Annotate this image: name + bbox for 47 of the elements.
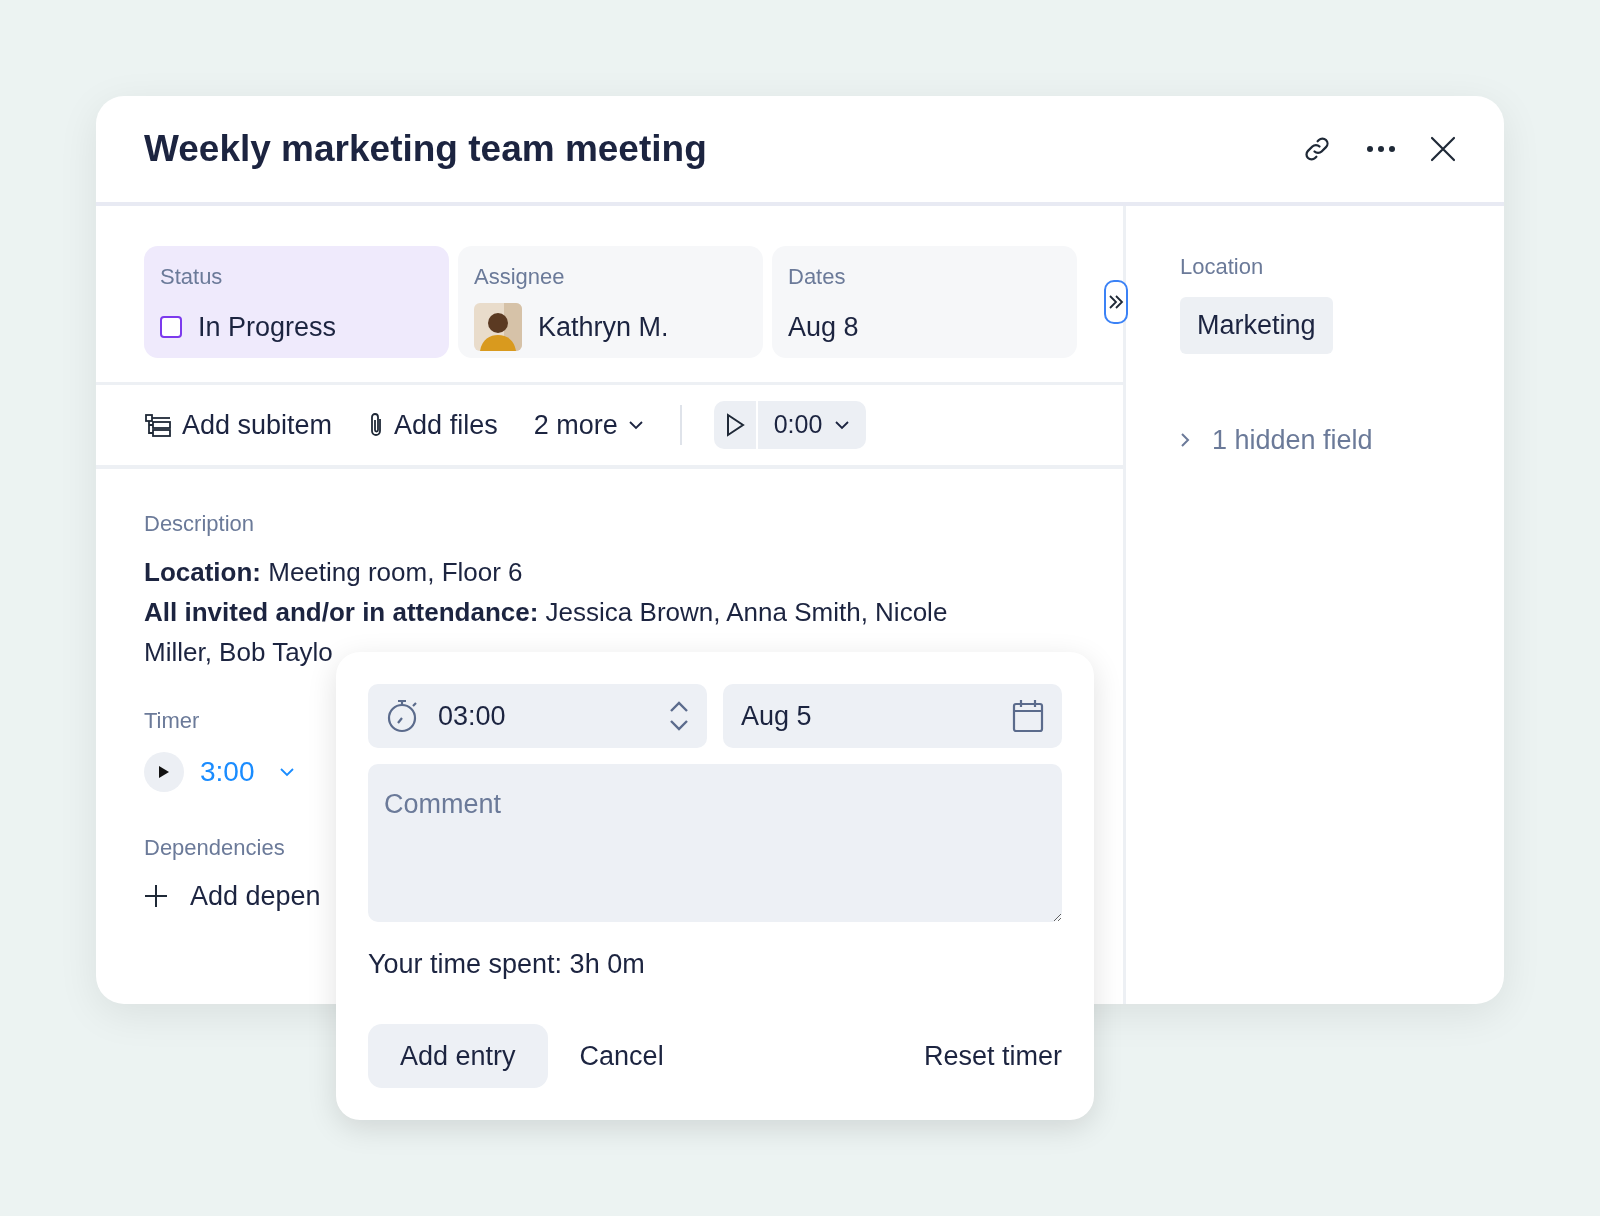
hidden-fields-toggle[interactable]: 1 hidden field — [1180, 419, 1373, 460]
expand-button[interactable] — [1104, 280, 1128, 324]
add-dependency-button[interactable]: Add depen — [144, 876, 321, 917]
stopwatch-icon — [386, 698, 420, 734]
field-label: Assignee — [474, 263, 566, 291]
close-icon[interactable] — [1430, 136, 1456, 162]
section-label: Dependencies — [144, 834, 285, 862]
chevron-down-icon — [278, 767, 295, 777]
field-label: Dates — [788, 263, 847, 291]
play-icon — [159, 766, 169, 778]
description-text: All invited and/or in attendance: Jessica Brown, Anna Smith, Nicole Miller, Bob Taylo — [144, 596, 949, 669]
play-icon — [724, 413, 745, 437]
link-icon[interactable] — [1302, 134, 1332, 164]
chevron-down-icon — [834, 420, 851, 430]
status-checkbox[interactable] — [160, 316, 182, 338]
date-field[interactable]: Aug 5 — [723, 684, 1062, 748]
chevron-down-icon — [627, 420, 644, 430]
comment-field[interactable]: Comment — [368, 764, 1062, 922]
plus-icon — [144, 884, 168, 909]
time-spent-text: Your time spent: 3h 0m — [368, 948, 646, 981]
more-icon[interactable] — [1366, 145, 1396, 153]
action-button[interactable]: Add entry — [368, 1024, 548, 1088]
calendar-icon — [1012, 699, 1044, 733]
avatar — [474, 303, 522, 351]
location-tag[interactable]: Marketing — [1180, 297, 1333, 354]
chevron-right-icon — [1180, 431, 1190, 448]
field-card[interactable]: Assignee Kathryn M. — [458, 246, 763, 358]
section-label: Description — [144, 510, 255, 538]
toolbar-button[interactable]: Add files — [368, 404, 498, 446]
field-label: Status — [160, 263, 224, 291]
toolbar-button[interactable]: 2 more — [533, 404, 644, 446]
duration-field[interactable]: 03:00 — [368, 684, 707, 748]
field-card[interactable]: Status In Progress — [144, 246, 449, 358]
task-title: Weekly marketing team meeting — [144, 127, 707, 172]
play-button[interactable] — [144, 752, 184, 792]
section-label: Timer — [144, 707, 200, 735]
toolbar-button[interactable]: Add subitem — [144, 404, 333, 446]
action-button[interactable]: Reset timer — [891, 1024, 1062, 1088]
field-value: Aug 8 — [788, 310, 859, 344]
field-value: Kathryn M. — [538, 310, 669, 344]
section-label: Location — [1180, 253, 1264, 281]
subitem-icon — [144, 413, 172, 437]
stepper-icon — [669, 700, 689, 732]
action-button[interactable]: Cancel — [547, 1024, 696, 1088]
description-text: Location: Meeting room, Floor 6 — [144, 556, 524, 589]
field-value: In Progress — [198, 310, 337, 344]
field-card[interactable]: Dates Aug 8 — [772, 246, 1077, 358]
